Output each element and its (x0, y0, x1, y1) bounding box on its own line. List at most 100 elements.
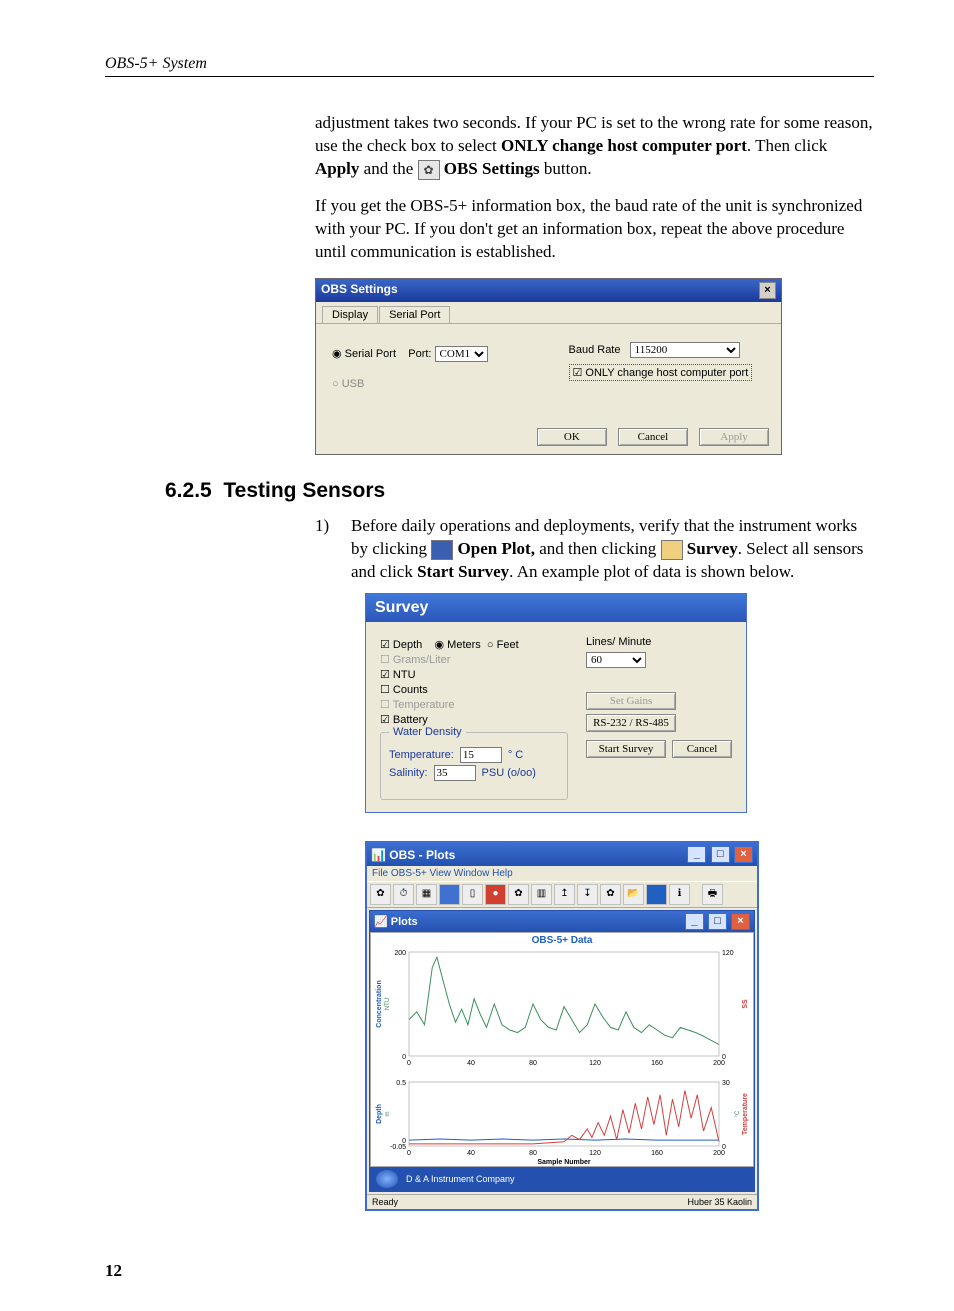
tool-clock-icon[interactable]: ⏱ (393, 884, 414, 905)
page-number: 12 (105, 1261, 874, 1281)
tool-screen-icon[interactable] (646, 884, 667, 905)
radio-usb: ○ USB (332, 378, 529, 390)
svg-text:40: 40 (467, 1150, 475, 1157)
svg-text:80: 80 (529, 1150, 537, 1157)
survey-title: Survey (366, 594, 746, 622)
minimize-icon[interactable]: _ (687, 846, 706, 863)
svg-text:Sample Number: Sample Number (537, 1159, 591, 1166)
svg-text:200: 200 (713, 1150, 725, 1157)
plots-subwindow-title: 📈 Plots (374, 915, 418, 928)
header-rule (105, 76, 874, 77)
status-ready: Ready (372, 1197, 398, 1207)
tool-stop-icon[interactable]: ● (485, 884, 506, 905)
paragraph-1: adjustment takes two seconds. If your PC… (315, 112, 874, 181)
tool-down-icon[interactable]: ↧ (577, 884, 598, 905)
sub-maximize-icon[interactable]: □ (708, 913, 727, 930)
plots-footer: D & A Instrument Company (370, 1167, 754, 1191)
tool-gear-icon[interactable]: ✿ (370, 884, 391, 905)
svg-text:Temperature: Temperature (742, 1093, 749, 1135)
svg-text:120: 120 (589, 1060, 601, 1067)
svg-text:200: 200 (394, 950, 406, 957)
sub-minimize-icon[interactable]: _ (685, 913, 704, 930)
tool-doc-icon[interactable]: ▯ (462, 884, 483, 905)
svg-text:40: 40 (467, 1060, 475, 1067)
baud-rate-label: Baud Rate (569, 344, 621, 356)
tool-chart-icon[interactable] (439, 884, 460, 905)
tool-gear3-icon[interactable]: ✿ (600, 884, 621, 905)
port-select[interactable]: COM1 (435, 346, 488, 362)
svg-text:0: 0 (407, 1060, 411, 1067)
apply-button[interactable]: Apply (699, 428, 769, 446)
plots-window: 📊 OBS - Plots _ □ × File OBS-5+ View Win… (365, 841, 759, 1211)
rs232-button[interactable]: RS-232 / RS-485 (586, 714, 676, 732)
tool-table-icon[interactable]: ▦ (416, 884, 437, 905)
step-1: 1) Before daily operations and deploymen… (315, 515, 874, 584)
salinity-field[interactable] (434, 765, 476, 781)
tab-serial-port[interactable]: Serial Port (379, 306, 450, 323)
chart-area: OBS-5+ Data 0408012016020002000120Concen… (370, 932, 754, 1167)
tool-info-icon[interactable]: ℹ (669, 884, 690, 905)
water-density-group: Water Density (389, 726, 466, 738)
obs-settings-dialog: OBS Settings × Display Serial Port ◉ Ser… (315, 278, 782, 455)
svg-text:NTU: NTU (385, 998, 391, 1010)
tool-up-icon[interactable]: ↥ (554, 884, 575, 905)
battery-checkbox[interactable]: ☑ Battery (380, 713, 568, 726)
sub-close-icon[interactable]: × (731, 913, 750, 930)
survey-dialog: Survey ☑ Depth ◉ Meters ○ Feet ☐ Grams/L… (365, 593, 747, 813)
close-icon[interactable]: × (759, 282, 776, 299)
set-gains-button: Set Gains (586, 692, 676, 710)
obs-settings-title: OBS Settings (321, 282, 398, 299)
svg-text:0: 0 (722, 1054, 726, 1061)
svg-text:160: 160 (651, 1150, 663, 1157)
radio-serial-port[interactable]: ◉ Serial Port Port: COM1 (332, 346, 529, 362)
radio-meters[interactable]: ◉ Meters (435, 639, 481, 651)
svg-text:0.5: 0.5 (396, 1080, 406, 1087)
gear-icon (418, 160, 440, 180)
baud-rate-select[interactable]: 115200 (630, 342, 740, 358)
tool-print-icon[interactable]: 🖶 (702, 884, 723, 905)
tab-display[interactable]: Display (322, 306, 378, 323)
open-plot-icon (431, 540, 453, 560)
radio-feet[interactable]: ○ Feet (487, 639, 519, 651)
tool-folder-icon[interactable]: 📂 (623, 884, 644, 905)
ntu-checkbox[interactable]: ☑ NTU (380, 668, 568, 681)
section-heading: 6.2.5 Testing Sensors (165, 479, 874, 503)
svg-text:0: 0 (722, 1144, 726, 1151)
svg-text:120: 120 (589, 1150, 601, 1157)
close-icon[interactable]: × (734, 846, 753, 863)
depth-checkbox[interactable]: ☑ Depth ◉ Meters ○ Feet (380, 638, 568, 651)
company-logo-icon (376, 1170, 398, 1188)
tool-gear2-icon[interactable]: ✿ (508, 884, 529, 905)
ok-button[interactable]: OK (537, 428, 607, 446)
grams-checkbox: ☐ Grams/Liter (380, 653, 568, 666)
svg-text:Depth: Depth (376, 1105, 383, 1125)
only-change-port-checkbox[interactable]: ☑ ONLY change host computer port (569, 364, 753, 381)
svg-text:200: 200 (713, 1060, 725, 1067)
paragraph-2: If you get the OBS-5+ information box, t… (315, 195, 874, 264)
survey-icon (661, 540, 683, 560)
svg-text:160: 160 (651, 1060, 663, 1067)
cancel-button[interactable]: Cancel (618, 428, 688, 446)
svg-text:Concentration: Concentration (376, 981, 383, 1028)
tool-save-icon[interactable]: ▥ (531, 884, 552, 905)
lines-per-minute-select[interactable]: 60 (586, 652, 646, 668)
lines-per-minute-label: Lines/ Minute (586, 636, 732, 648)
svg-text:30: 30 (722, 1080, 730, 1087)
svg-text:0: 0 (402, 1139, 406, 1146)
temperature-checkbox: ☐ Temperature (380, 698, 568, 711)
menu-bar[interactable]: File OBS-5+ View Window Help (367, 866, 757, 881)
start-survey-button[interactable]: Start Survey (586, 740, 666, 758)
svg-text:°C: °C (735, 1110, 741, 1117)
chart-title: OBS-5+ Data (371, 933, 753, 946)
counts-checkbox[interactable]: ☐ Counts (380, 683, 568, 696)
survey-cancel-button[interactable]: Cancel (672, 740, 732, 758)
status-right: Huber 35 Kaolin (687, 1197, 752, 1207)
svg-text:0: 0 (402, 1054, 406, 1061)
svg-text:80: 80 (529, 1060, 537, 1067)
svg-text:SS: SS (742, 999, 749, 1009)
temperature-field[interactable] (460, 747, 502, 763)
svg-text:0: 0 (407, 1150, 411, 1157)
plots-window-title: 📊 OBS - Plots (371, 848, 455, 862)
maximize-icon[interactable]: □ (711, 846, 730, 863)
svg-text:120: 120 (722, 950, 734, 957)
